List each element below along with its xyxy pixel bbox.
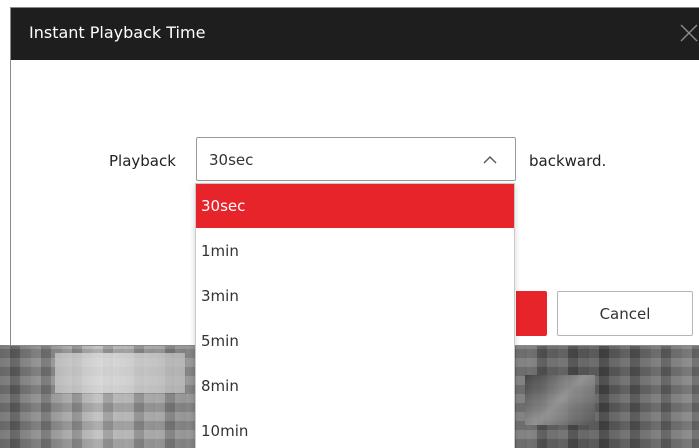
cancel-button[interactable]: Cancel [557, 291, 693, 336]
cancel-button-label: Cancel [599, 305, 651, 323]
chevron-up-icon [482, 152, 498, 168]
dropdown-option-8min[interactable]: 8min [196, 364, 514, 408]
dropdown-option-5min[interactable]: 5min [196, 319, 514, 363]
select-value: 30sec [209, 151, 254, 169]
dialog-title: Instant Playback Time [29, 23, 206, 42]
ok-button[interactable] [516, 291, 547, 336]
close-icon[interactable] [678, 22, 699, 44]
dropdown-option-3min[interactable]: 3min [196, 274, 514, 318]
playback-time-dropdown: 30sec 1min 3min 5min 8min 10min [195, 183, 515, 448]
backward-label: backward. [529, 152, 607, 170]
playback-time-select[interactable]: 30sec [196, 137, 516, 181]
dropdown-option-1min[interactable]: 1min [196, 229, 514, 273]
dialog-header: Instant Playback Time [11, 8, 699, 60]
dropdown-option-10min[interactable]: 10min [196, 409, 514, 448]
playback-label: Playback [109, 152, 176, 170]
dropdown-option-30sec[interactable]: 30sec [196, 184, 514, 228]
screen: Instant Playback Time Playback 30sec bac… [0, 0, 699, 448]
